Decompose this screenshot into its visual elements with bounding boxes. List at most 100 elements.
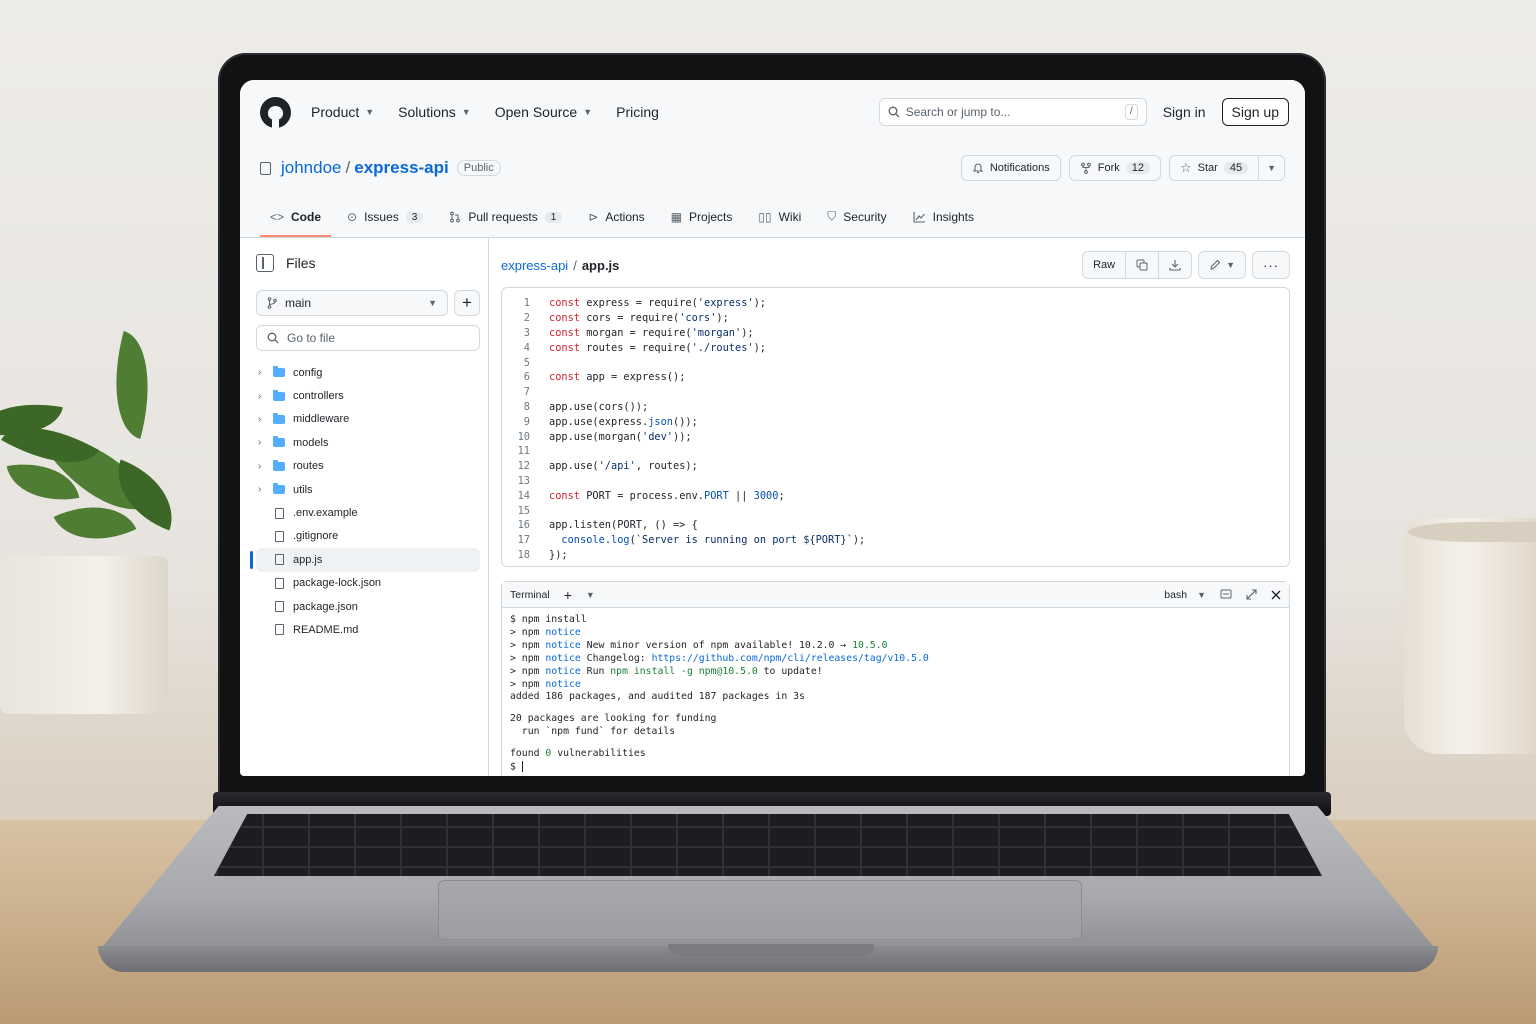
raw-button[interactable]: Raw	[1083, 252, 1126, 278]
new-terminal-plus-icon[interactable]: +	[564, 587, 572, 603]
more-options-button[interactable]: ···	[1253, 252, 1289, 278]
terminal-line: $ npm install	[510, 614, 587, 625]
star-button[interactable]: ☆ Star 45	[1168, 155, 1260, 181]
line-number[interactable]: 10	[502, 431, 530, 443]
chevron-right-icon[interactable]: ›	[258, 414, 272, 425]
nav-item-solutions[interactable]: Solutions ▼	[398, 104, 471, 120]
chevron-right-icon[interactable]: ›	[258, 461, 272, 472]
repo-owner-link[interactable]: johndoe	[281, 158, 342, 177]
code-line: 10 app.use(morgan('dev'));	[502, 429, 1289, 444]
tree-item-label: README.md	[293, 623, 359, 636]
line-number[interactable]: 11	[502, 445, 530, 457]
chevron-right-icon[interactable]: ›	[258, 437, 272, 448]
folder-icon	[273, 412, 285, 424]
tab-pull-requests[interactable]: Pull requests 1	[439, 210, 572, 237]
github-logo-icon[interactable]	[260, 96, 291, 128]
chevron-down-icon[interactable]: ▼	[586, 590, 595, 600]
sign-in-link[interactable]: Sign in	[1163, 104, 1206, 120]
tree-file[interactable]: app.js	[250, 548, 480, 572]
tree-folder[interactable]: › middleware	[256, 408, 480, 431]
line-number[interactable]: 2	[502, 312, 530, 324]
laptop-keyboard	[214, 814, 1322, 876]
nav-item-product[interactable]: Product ▼	[311, 104, 374, 120]
line-number[interactable]: 13	[502, 475, 530, 487]
line-number[interactable]: 8	[502, 401, 530, 413]
edit-button[interactable]: ▼	[1199, 252, 1245, 278]
code-line: 5	[502, 355, 1289, 370]
tab-security[interactable]: ⛉ Security	[817, 209, 896, 237]
tree-file[interactable]: package-lock.json	[256, 572, 480, 595]
tree-file[interactable]: .gitignore	[256, 525, 480, 548]
code-text: app.use('/api', routes);	[549, 460, 698, 473]
line-number[interactable]: 6	[502, 371, 530, 383]
line-number[interactable]: 9	[502, 416, 530, 428]
shell-name: bash	[1164, 588, 1188, 601]
code-viewer: 1 const express = require('express'); 2 con…	[501, 287, 1290, 567]
star-dropdown-button[interactable]: ▼	[1259, 155, 1285, 181]
tree-item-label: utils	[293, 483, 313, 496]
line-number[interactable]: 4	[502, 342, 530, 354]
code-text: const routes = require('./routes');	[549, 341, 766, 354]
line-number[interactable]: 16	[502, 519, 530, 531]
nav-item-pricing[interactable]: Pricing	[616, 104, 659, 120]
tab-code[interactable]: <> Code	[260, 210, 332, 237]
terminal-line: > npm notice	[510, 626, 581, 638]
search-shortcut-key: /	[1124, 104, 1138, 120]
chevron-right-icon[interactable]: ›	[258, 391, 272, 402]
go-to-file-input[interactable]: Go to file	[256, 325, 480, 351]
line-number[interactable]: 18	[502, 549, 530, 561]
tree-file[interactable]: package.json	[256, 595, 480, 618]
code-line: 1 const express = require('express');	[502, 296, 1289, 311]
line-number[interactable]: 17	[502, 534, 530, 546]
branch-selector[interactable]: main ▼	[256, 290, 448, 316]
repo-actions: Notifications Fork 12 ☆ Star 45 ▼	[960, 155, 1285, 181]
tree-folder[interactable]: › routes	[256, 455, 480, 478]
split-terminal-icon[interactable]	[1220, 589, 1232, 600]
tree-folder[interactable]: › controllers	[256, 384, 480, 407]
code-line: 4 const routes = require('./routes');	[502, 340, 1289, 355]
search-icon	[267, 332, 279, 344]
chevron-right-icon[interactable]: ›	[258, 367, 272, 378]
tab-insights[interactable]: Insights	[903, 210, 984, 237]
line-number[interactable]: 14	[502, 490, 530, 502]
tree-file[interactable]: .env.example	[256, 501, 480, 524]
line-number[interactable]: 5	[502, 357, 530, 369]
line-number[interactable]: 1	[502, 297, 530, 309]
fork-button[interactable]: Fork 12	[1068, 155, 1161, 181]
tree-folder[interactable]: › config	[256, 361, 480, 384]
sidebar-toggle-icon[interactable]	[256, 254, 274, 272]
download-button[interactable]	[1158, 252, 1192, 278]
tab-wiki[interactable]: ▯▯ Wiki	[748, 210, 811, 237]
file-icon	[275, 530, 284, 542]
repo-name-link[interactable]: express-api	[354, 158, 449, 177]
code-text: app.use(cors());	[549, 400, 649, 413]
folder-icon	[273, 389, 285, 401]
tab-issues[interactable]: ⊙ Issues 3	[337, 210, 433, 237]
line-number[interactable]: 15	[502, 505, 530, 517]
add-file-button[interactable]: +	[454, 290, 480, 316]
shell-selector[interactable]: bash ▼	[1164, 589, 1206, 601]
notifications-button[interactable]: Notifications	[960, 155, 1061, 181]
nav-item-open-source[interactable]: Open Source ▼	[495, 104, 592, 120]
maximize-icon[interactable]	[1246, 589, 1257, 600]
tree-file[interactable]: README.md	[256, 618, 480, 641]
copy-button[interactable]	[1125, 252, 1159, 278]
chevron-right-icon[interactable]: ›	[258, 484, 272, 495]
code-text: app.use(morgan('dev'));	[549, 430, 692, 443]
main-nav: Product ▼ Solutions ▼ Open Source ▼ Pric…	[311, 104, 659, 120]
search-input[interactable]: Search or jump to... /	[878, 98, 1147, 126]
tab-projects[interactable]: ▦ Projects	[661, 210, 743, 237]
tree-folder[interactable]: › utils	[256, 478, 480, 501]
line-number[interactable]: 7	[502, 386, 530, 398]
terminal-output[interactable]: $ npm install > npm notice > npm notice Ne…	[502, 608, 1289, 776]
search-icon	[888, 106, 900, 118]
sign-up-button[interactable]: Sign up	[1221, 98, 1289, 126]
close-icon[interactable]	[1271, 590, 1281, 600]
line-number[interactable]: 12	[502, 460, 530, 472]
tree-folder[interactable]: › models	[256, 431, 480, 454]
tree-item-label: middleware	[293, 413, 350, 426]
line-number[interactable]: 3	[502, 327, 530, 339]
file-header: express-api / app.js Raw ▼ ···	[501, 251, 1290, 279]
breadcrumb-repo-link[interactable]: express-api	[501, 258, 568, 273]
tab-actions[interactable]: ⊳ Actions	[578, 210, 654, 237]
